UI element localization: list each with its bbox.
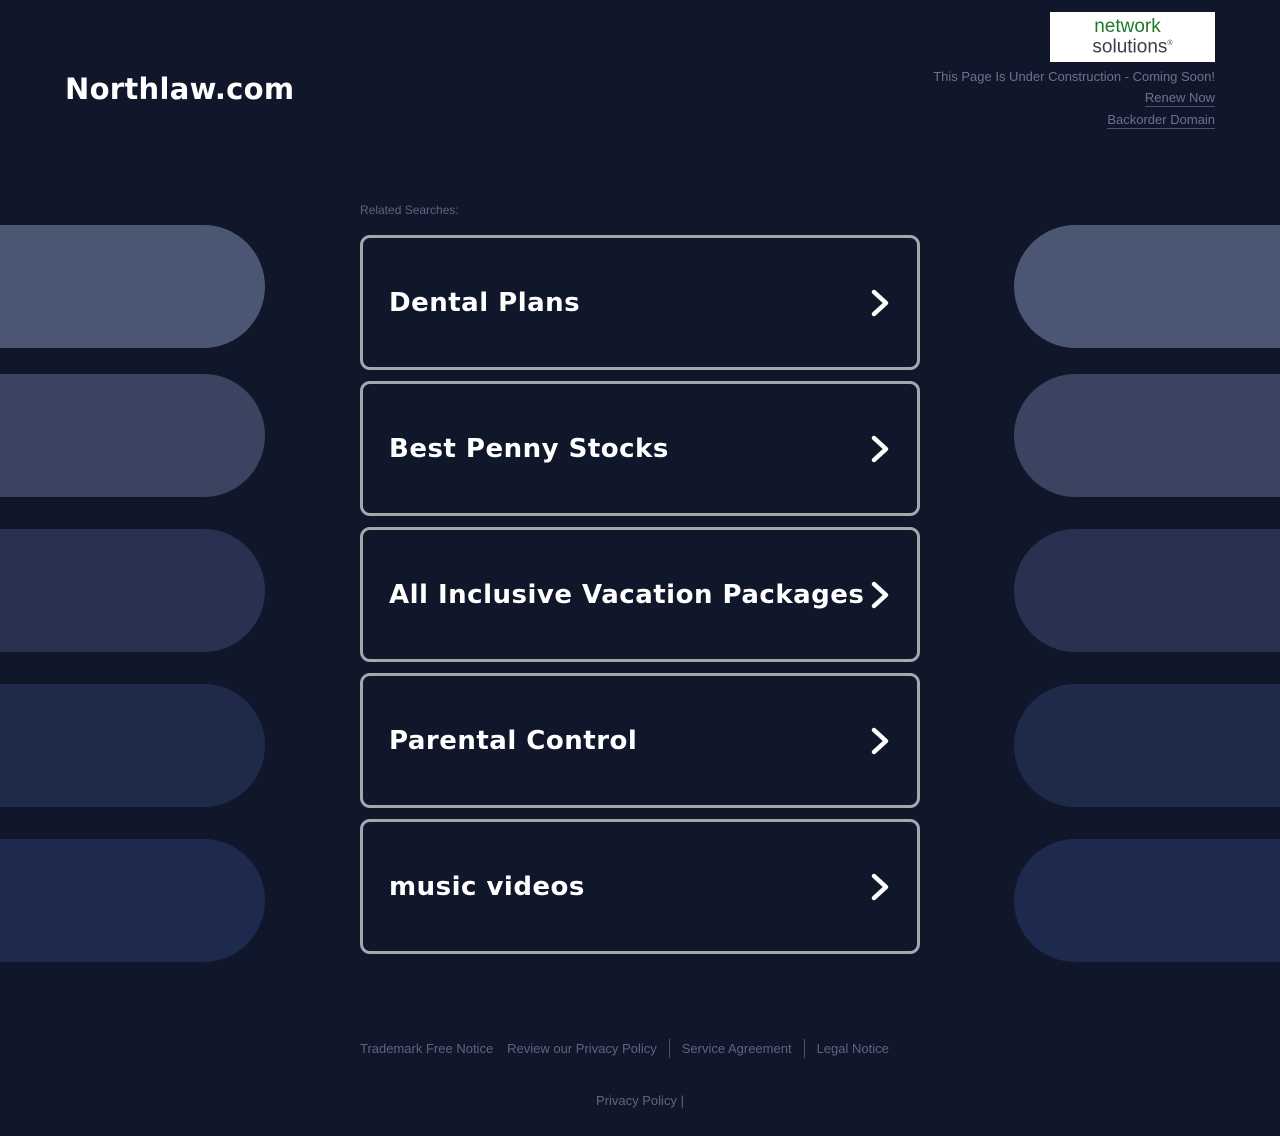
related-search-dental-plans[interactable]: Dental Plans xyxy=(360,235,920,370)
logo-line-solutions-text: solutions xyxy=(1092,36,1168,58)
related-search-best-penny-stocks[interactable]: Best Penny Stocks xyxy=(360,381,920,516)
registered-mark: ® xyxy=(1167,40,1173,48)
decor-pill-right-5 xyxy=(1014,839,1280,962)
decor-pill-left-4 xyxy=(0,684,265,807)
decor-pill-left-1 xyxy=(0,225,265,348)
related-search-label: music videos xyxy=(389,871,585,902)
related-search-label: Dental Plans xyxy=(389,287,581,318)
related-search-parental-control[interactable]: Parental Control xyxy=(360,673,920,808)
domain-info: This Page Is Under Construction - Coming… xyxy=(933,69,1215,134)
decor-pill-right-4 xyxy=(1014,684,1280,807)
footer-divider xyxy=(668,1039,670,1058)
domain-title: Northlaw.com xyxy=(65,72,295,106)
backorder-domain-link[interactable]: Backorder Domain xyxy=(1107,112,1215,129)
logo-line-solutions: solutions® xyxy=(1092,35,1173,58)
legal-notice-link[interactable]: Legal Notice xyxy=(817,1041,889,1056)
footer-divider xyxy=(803,1039,805,1058)
related-search-label: All Inclusive Vacation Packages xyxy=(389,579,865,610)
trademark-free-notice-link[interactable]: Trademark Free Notice xyxy=(360,1041,493,1056)
decor-pill-left-5 xyxy=(0,839,265,962)
chevron-right-icon xyxy=(871,873,889,900)
chevron-right-icon xyxy=(871,435,889,462)
footer-links: Trademark Free Notice Review our Privacy… xyxy=(360,1039,889,1058)
related-search-all-inclusive-vacation-packages[interactable]: All Inclusive Vacation Packages xyxy=(360,527,920,662)
privacy-separator: | xyxy=(680,1093,684,1108)
privacy-policy-link[interactable]: Privacy Policy xyxy=(596,1093,677,1108)
chevron-right-icon xyxy=(871,581,889,608)
logo-line-network: network xyxy=(1094,16,1161,38)
network-solutions-logo[interactable]: network solutions® xyxy=(1050,12,1215,62)
service-agreement-link[interactable]: Service Agreement xyxy=(682,1041,792,1056)
decor-pill-right-3 xyxy=(1014,529,1280,652)
footer-privacy: Privacy Policy | xyxy=(0,1093,1280,1108)
privacy-policy-review-link[interactable]: Review our Privacy Policy xyxy=(507,1041,657,1056)
decor-pill-left-3 xyxy=(0,529,265,652)
related-searches-label: Related Searches: xyxy=(360,203,459,217)
chevron-right-icon xyxy=(871,727,889,754)
chevron-right-icon xyxy=(871,289,889,316)
related-searches-list: Dental Plans Best Penny Stocks All Inclu… xyxy=(360,235,920,965)
decor-pill-left-2 xyxy=(0,374,265,497)
renew-now-link[interactable]: Renew Now xyxy=(1144,90,1215,107)
related-search-music-videos[interactable]: music videos xyxy=(360,819,920,954)
decor-pill-right-1 xyxy=(1014,225,1280,348)
related-search-label: Parental Control xyxy=(389,725,638,756)
decor-pill-right-2 xyxy=(1014,374,1280,497)
construction-notice: This Page Is Under Construction - Coming… xyxy=(933,69,1215,84)
related-search-label: Best Penny Stocks xyxy=(389,433,669,464)
